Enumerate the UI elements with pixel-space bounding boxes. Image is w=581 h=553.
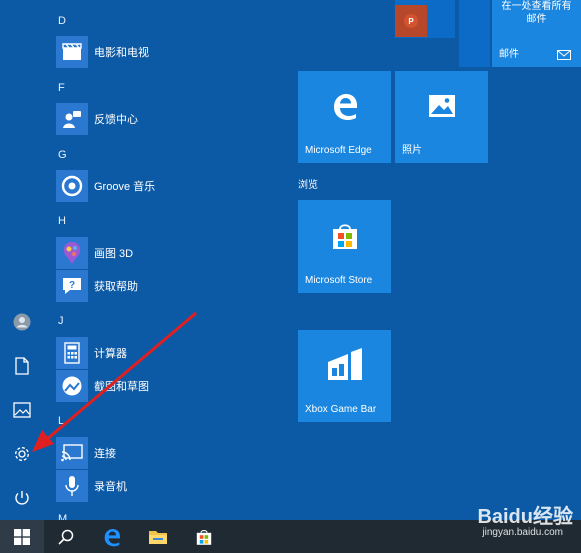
app-item-paint-3d[interactable]: 画图 3D xyxy=(56,237,133,269)
svg-text:P: P xyxy=(408,17,414,26)
letter-header[interactable]: H xyxy=(58,215,66,227)
user-account-button[interactable] xyxy=(0,302,44,342)
groove-icon xyxy=(56,170,88,202)
letter-header[interactable]: J xyxy=(58,315,64,327)
powerpoint-icon: P xyxy=(395,5,427,37)
app-item-calculator[interactable]: 计算器 xyxy=(56,337,127,369)
app-name: 截图和草图 xyxy=(94,381,149,393)
app-item-get-help[interactable]: ? 获取帮助 xyxy=(56,270,138,302)
tile-office-extra[interactable] xyxy=(459,0,490,67)
svg-text:?: ? xyxy=(69,280,75,291)
app-item-voice-recorder[interactable]: 录音机 xyxy=(56,470,127,502)
tile-label: Xbox Game Bar xyxy=(305,404,377,415)
tile-label: 邮件 xyxy=(499,49,519,60)
edge-tile-icon xyxy=(298,71,391,141)
app-item-movies[interactable]: 电影和电视 xyxy=(56,36,149,68)
user-icon xyxy=(13,313,31,331)
letter-header[interactable]: L xyxy=(58,415,64,427)
letter-header[interactable]: G xyxy=(58,149,67,161)
letter-header[interactable]: D xyxy=(58,15,66,27)
app-item-connect[interactable]: 连接 xyxy=(56,437,116,469)
app-name: 录音机 xyxy=(94,481,127,493)
photos-tile-icon xyxy=(395,71,488,141)
tile-microsoft-store[interactable]: Microsoft Store xyxy=(298,200,391,293)
feedback-icon xyxy=(56,103,88,135)
power-button[interactable] xyxy=(0,478,44,518)
tile-label: Microsoft Store xyxy=(305,275,373,286)
app-item-groove-music[interactable]: Groove 音乐 xyxy=(56,170,155,202)
xbox-game-bar-icon xyxy=(298,330,391,400)
settings-icon xyxy=(15,447,29,461)
pictures-icon xyxy=(13,402,31,418)
snip-icon xyxy=(56,370,88,402)
tile-mail[interactable]: 在一处查看所有 邮件 邮件 xyxy=(492,0,581,67)
mail-preview-text: 在一处查看所有 邮件 xyxy=(492,0,581,26)
start-rail xyxy=(0,0,44,520)
windows-start-icon xyxy=(14,528,30,545)
app-item-snip-sketch[interactable]: 截图和草图 xyxy=(56,370,149,402)
recorder-icon xyxy=(56,470,88,502)
app-name: 画图 3D xyxy=(94,248,134,260)
app-name: Groove 音乐 xyxy=(94,181,156,193)
taskbar-file-explorer-button[interactable] xyxy=(138,520,178,553)
app-name: 获取帮助 xyxy=(94,281,138,293)
tile-group-label[interactable]: 浏览 xyxy=(298,176,318,191)
mail-icon xyxy=(557,50,571,60)
mail-preview-line: 在一处查看所有 xyxy=(501,1,572,12)
mail-preview-line: 邮件 xyxy=(526,14,547,25)
power-icon xyxy=(15,491,29,505)
tile-photos[interactable]: 照片 xyxy=(395,71,488,163)
edge-icon xyxy=(104,528,120,546)
paint3d-icon xyxy=(56,237,88,269)
search-button[interactable] xyxy=(46,520,86,553)
tile-xbox-game-bar[interactable]: Xbox Game Bar xyxy=(298,330,391,422)
app-name: 反馈中心 xyxy=(94,114,138,126)
app-item-feedback-hub[interactable]: 反馈中心 xyxy=(56,103,138,135)
baidu-watermark: Baidu经验 xyxy=(477,506,573,528)
taskbar-store-button[interactable] xyxy=(184,520,224,553)
film-icon xyxy=(56,36,88,68)
start-menu: D 电影和电视 F 反馈中心 G Groove 音乐 H 画图 3D ? 获取帮… xyxy=(0,0,581,525)
calculator-icon xyxy=(56,337,88,369)
store-icon xyxy=(196,529,212,545)
settings-button[interactable] xyxy=(0,434,44,474)
store-tile-icon xyxy=(298,200,391,271)
tile-label: 照片 xyxy=(402,145,422,156)
pictures-button[interactable] xyxy=(0,390,44,430)
tile-microsoft-edge[interactable]: Microsoft Edge xyxy=(298,71,391,163)
documents-icon xyxy=(15,357,29,375)
taskbar-edge-button[interactable] xyxy=(92,520,132,553)
app-name: 电影和电视 xyxy=(94,47,149,59)
baidu-watermark-url: jingyan.baidu.com xyxy=(482,527,563,538)
tile-label: Microsoft Edge xyxy=(305,145,372,156)
tile-office[interactable]: P xyxy=(395,0,455,38)
connect-icon xyxy=(56,437,88,469)
file-explorer-icon xyxy=(149,530,167,544)
app-name: 计算器 xyxy=(94,348,127,360)
start-button[interactable] xyxy=(0,520,44,553)
help-icon: ? xyxy=(56,270,88,302)
app-name: 连接 xyxy=(94,448,116,460)
letter-header[interactable]: F xyxy=(58,82,65,94)
search-icon xyxy=(58,529,74,545)
documents-button[interactable] xyxy=(0,346,44,386)
